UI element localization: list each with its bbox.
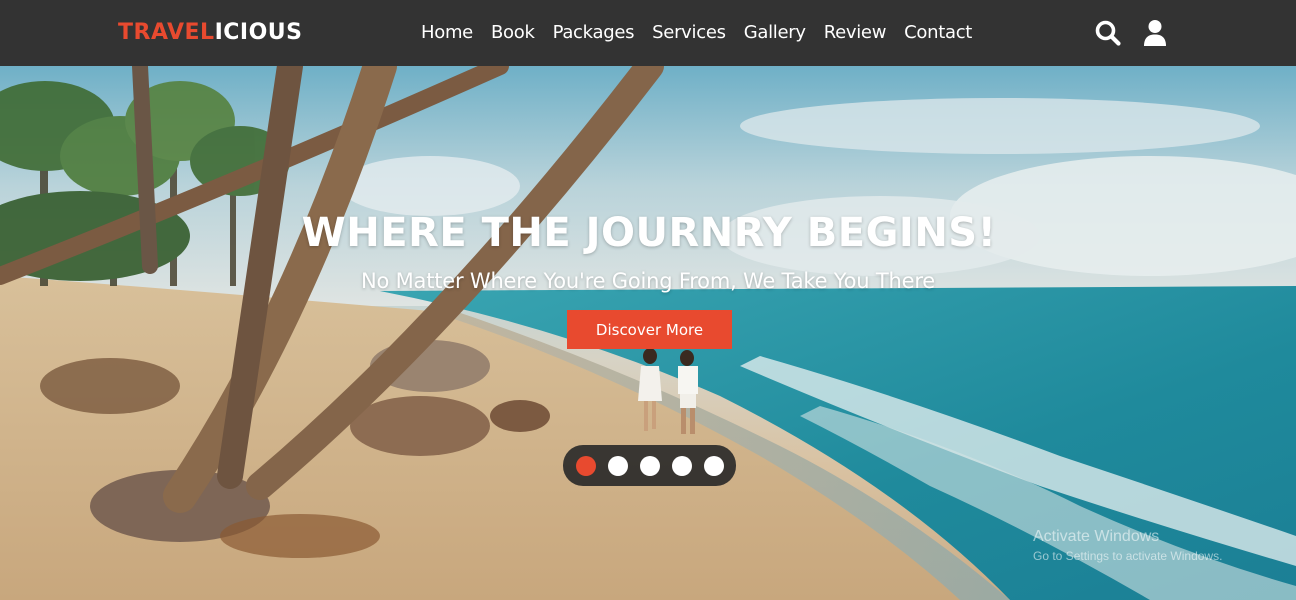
hero-banner: WHERE THE JOURNRY BEGINS! No Matter Wher…: [0, 66, 1296, 600]
top-navbar: TRAVELICIOUS Home Book Packages Services…: [0, 0, 1296, 66]
activate-windows-watermark: Activate Windows Go to Settings to activ…: [1033, 528, 1222, 563]
main-nav: Home Book Packages Services Gallery Revi…: [421, 21, 990, 45]
nav-link-home[interactable]: Home: [421, 21, 473, 45]
slider-dot-4[interactable]: [671, 455, 692, 476]
hero-subheadline: No Matter Where You're Going From, We Ta…: [360, 269, 936, 293]
search-icon[interactable]: [1095, 19, 1121, 47]
watermark-line-1: Activate Windows: [1033, 528, 1160, 545]
watermark-line-2: Go to Settings to activate Windows.: [1033, 549, 1223, 563]
slider-dots: [563, 445, 736, 486]
nav-link-contact[interactable]: Contact: [904, 21, 972, 45]
nav-link-review[interactable]: Review: [824, 21, 887, 45]
nav-link-gallery[interactable]: Gallery: [744, 21, 806, 45]
nav-link-packages[interactable]: Packages: [553, 21, 635, 45]
discover-more-button[interactable]: Discover More: [567, 310, 732, 349]
slider-dot-1[interactable]: [575, 455, 596, 476]
slider-dot-2[interactable]: [607, 455, 628, 476]
nav-link-book[interactable]: Book: [491, 21, 535, 45]
user-icon[interactable]: [1143, 19, 1169, 47]
brand-logo-part1: TRAVEL: [118, 20, 215, 45]
brand-logo-part2: ICIOUS: [214, 20, 303, 45]
slider-dot-3[interactable]: [639, 455, 660, 476]
slider-dot-5[interactable]: [703, 455, 724, 476]
brand-logo[interactable]: TRAVELICIOUS: [118, 20, 303, 46]
nav-link-services[interactable]: Services: [652, 21, 726, 45]
header-icons: [1095, 19, 1169, 47]
hero-headline: WHERE THE JOURNRY BEGINS!: [301, 210, 997, 256]
